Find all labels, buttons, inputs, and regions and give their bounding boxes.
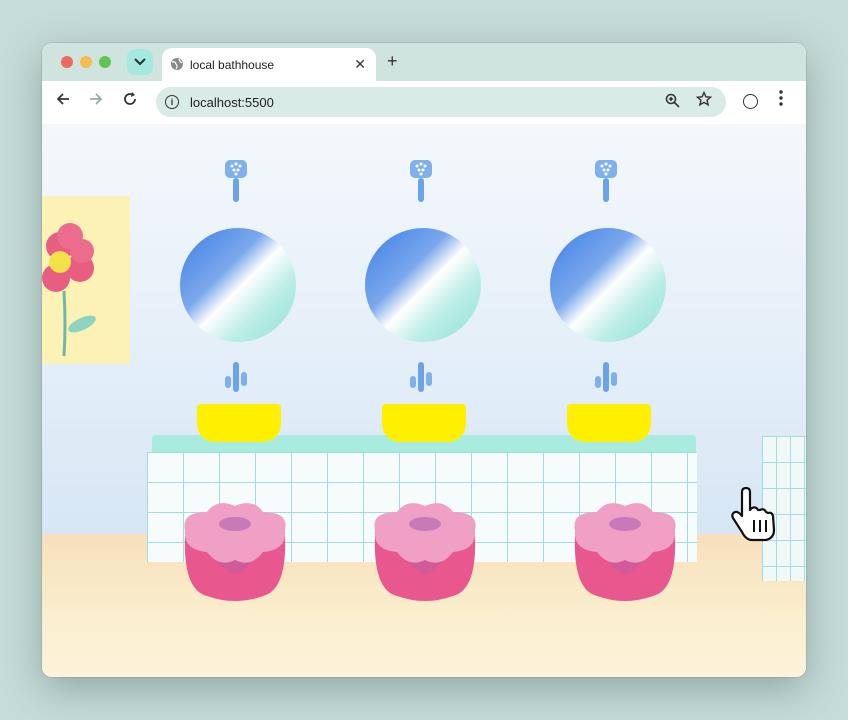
round-mirror xyxy=(365,228,481,342)
bath-station-middle xyxy=(360,158,484,608)
yellow-basin[interactable] xyxy=(197,404,281,442)
maximize-window-button[interactable] xyxy=(99,56,111,68)
forward-arrow-icon[interactable] xyxy=(86,92,106,111)
browser-window: local bathhouse ✕ + i localhost:5500 xyxy=(42,43,806,677)
profile-icon[interactable] xyxy=(743,94,758,109)
globe-icon xyxy=(171,58,183,70)
back-arrow-icon[interactable] xyxy=(53,92,73,111)
active-tab[interactable]: local bathhouse ✕ xyxy=(162,48,376,81)
flower-stool[interactable] xyxy=(567,500,683,604)
faucet-icon[interactable] xyxy=(408,362,434,394)
browser-toolbar: i localhost:5500 xyxy=(42,81,806,125)
tab-strip: local bathhouse ✕ + xyxy=(42,43,806,81)
info-icon[interactable]: i xyxy=(165,95,179,109)
close-window-button[interactable] xyxy=(61,56,73,68)
round-mirror xyxy=(180,228,296,342)
tab-title: local bathhouse xyxy=(190,58,275,72)
menu-icon[interactable] xyxy=(779,90,783,111)
url-text: localhost:5500 xyxy=(190,95,274,110)
minimize-window-button[interactable] xyxy=(80,56,92,68)
bath-station-right xyxy=(545,158,676,608)
hand-pointer-icon xyxy=(731,486,776,542)
showerhead-icon[interactable] xyxy=(408,158,434,204)
star-icon[interactable] xyxy=(695,90,713,112)
bath-station-left xyxy=(175,158,299,608)
faucet-icon[interactable] xyxy=(223,362,249,394)
showerhead-icon[interactable] xyxy=(593,158,619,204)
reload-icon[interactable] xyxy=(120,92,140,111)
tab-search-icon[interactable] xyxy=(127,49,153,75)
yellow-basin[interactable] xyxy=(382,404,466,442)
showerhead-icon[interactable] xyxy=(223,158,249,204)
faucet-icon[interactable] xyxy=(593,362,619,394)
flower-stool[interactable] xyxy=(367,500,483,604)
page-viewport xyxy=(42,124,806,677)
yellow-basin[interactable] xyxy=(567,404,651,442)
round-mirror xyxy=(550,228,666,342)
new-tab-button[interactable]: + xyxy=(387,51,398,72)
zoom-icon[interactable] xyxy=(665,93,680,111)
flower-painting xyxy=(42,196,130,364)
close-tab-button[interactable]: ✕ xyxy=(354,56,366,73)
address-bar[interactable]: i localhost:5500 xyxy=(156,87,726,117)
flower-stool[interactable] xyxy=(177,500,293,604)
